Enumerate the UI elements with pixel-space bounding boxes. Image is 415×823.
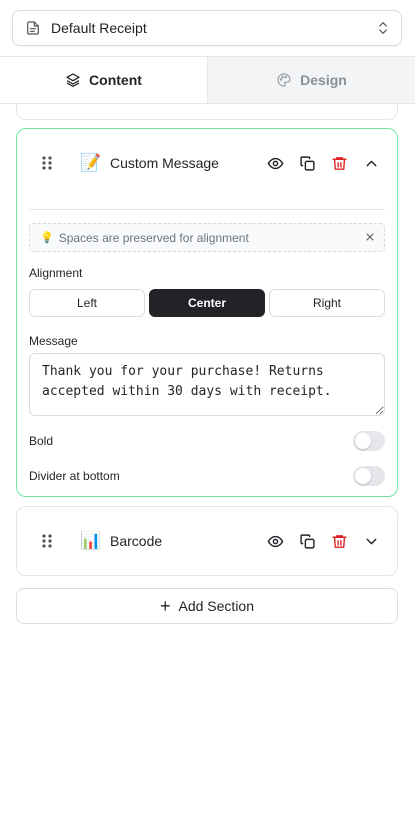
collapse-button[interactable] <box>361 153 381 173</box>
divider-label: Divider at bottom <box>29 469 120 483</box>
divider-toggle-row: Divider at bottom <box>29 465 385 487</box>
duplicate-button[interactable] <box>297 153 317 173</box>
tab-content[interactable]: Content <box>0 57 207 103</box>
copy-icon <box>299 533 315 549</box>
alignment-segmented-control: Left Center Right <box>29 289 385 317</box>
memo-icon: 📝 <box>80 153 102 172</box>
tab-design[interactable]: Design <box>207 57 415 103</box>
editor-tabs: Content Design <box>0 56 415 104</box>
align-left-button[interactable]: Left <box>29 289 145 317</box>
tab-content-label: Content <box>89 72 142 88</box>
alignment-label: Alignment <box>29 266 83 280</box>
divider-toggle[interactable] <box>353 466 385 486</box>
section-title: Barcode <box>110 533 163 549</box>
toggle-knob <box>355 433 371 449</box>
document-icon <box>25 20 41 36</box>
lightbulb-icon: 💡 <box>40 232 54 244</box>
visibility-button[interactable] <box>265 531 285 551</box>
bold-toggle-row: Bold <box>29 430 385 452</box>
chevrons-up-down-icon <box>375 20 391 36</box>
previous-section-card <box>16 104 398 120</box>
visibility-button[interactable] <box>265 153 285 173</box>
bold-toggle[interactable] <box>353 431 385 451</box>
section-divider <box>29 209 385 210</box>
drag-handle-icon[interactable] <box>41 155 53 171</box>
copy-icon <box>299 155 315 171</box>
drag-handle-icon[interactable] <box>41 533 53 549</box>
message-textarea[interactable]: Thank you for your purchase! Returns acc… <box>29 353 385 416</box>
layers-icon <box>66 73 80 87</box>
add-section-label: Add Section <box>178 598 255 614</box>
template-select-value: Default Receipt <box>51 20 147 36</box>
alignment-hint: 💡 Spaces are preserved for alignment <box>29 223 385 252</box>
section-header: 📝 Custom Message <box>17 129 397 197</box>
trash-icon <box>331 156 347 170</box>
template-select[interactable]: Default Receipt <box>12 10 402 46</box>
chevron-up-icon <box>366 160 376 166</box>
align-right-button[interactable]: Right <box>269 289 385 317</box>
expand-button[interactable] <box>361 531 381 551</box>
section-header[interactable]: 📊 Barcode <box>17 507 397 575</box>
align-center-button[interactable]: Center <box>149 289 265 317</box>
section-card-barcode: 📊 Barcode <box>16 506 398 576</box>
trash-icon <box>331 534 347 548</box>
close-icon[interactable] <box>364 231 376 243</box>
tab-design-label: Design <box>300 72 347 88</box>
eye-icon <box>267 535 283 547</box>
chevron-down-icon <box>366 538 376 544</box>
section-title: Custom Message <box>110 155 219 171</box>
eye-icon <box>267 157 283 169</box>
delete-button[interactable] <box>329 531 349 551</box>
message-label: Message <box>29 334 78 348</box>
bar-chart-icon: 📊 <box>80 531 102 550</box>
palette-icon <box>277 73 291 87</box>
plus-icon: + <box>159 596 171 616</box>
section-card-custom-message: 📝 Custom Message 💡 Spaces are preserved … <box>16 128 398 497</box>
bold-label: Bold <box>29 434 54 448</box>
hint-text: Spaces are preserved for alignment <box>58 230 249 245</box>
add-section-button[interactable]: + Add Section <box>16 588 398 624</box>
duplicate-button[interactable] <box>297 531 317 551</box>
toggle-knob <box>355 468 371 484</box>
delete-button[interactable] <box>329 153 349 173</box>
